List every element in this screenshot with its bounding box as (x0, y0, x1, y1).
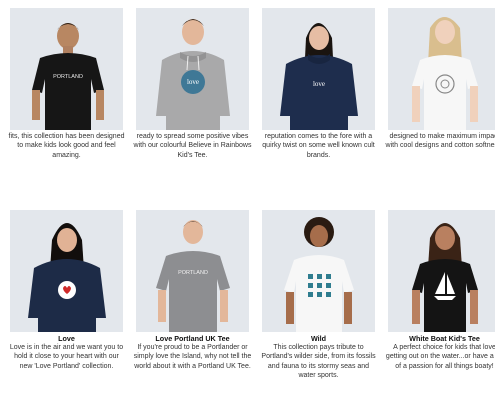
product-image[interactable] (262, 210, 375, 332)
product-caption: reputation comes to the fore with a quir… (262, 133, 375, 159)
product-image[interactable]: PORTLAND (10, 8, 123, 130)
product-image[interactable] (388, 8, 495, 130)
model-photo (28, 223, 106, 332)
product-caption: If you're proud to be a Portlander or si… (133, 344, 252, 370)
product-caption: Love is in the air and we want you to ho… (9, 344, 124, 370)
product-caption: A perfect choice for kids that love gett… (385, 344, 495, 370)
hoodie-print-text: love (187, 78, 199, 86)
product-caption: fits, this collection has been designed … (8, 133, 125, 159)
model-photo: PORTLAND (32, 23, 104, 130)
product-image[interactable]: PORTLAND (136, 210, 249, 332)
product-image[interactable] (10, 210, 123, 332)
model-photo (412, 17, 478, 130)
hoodie-print-text: love (313, 80, 325, 88)
model-photo: love (156, 19, 230, 130)
product-caption: This collection pays tribute to Portland… (261, 344, 376, 379)
model-photo (284, 217, 354, 332)
product-caption: designed to make maximum impact with coo… (385, 133, 495, 150)
product-title[interactable]: Love (7, 334, 126, 343)
product-title[interactable]: Love Portland UK Tee (133, 334, 252, 343)
model-photo (412, 223, 478, 332)
tee-print-text: PORTLAND (178, 270, 208, 276)
product-image[interactable]: love (262, 8, 375, 130)
product-title[interactable]: Wild (259, 334, 378, 343)
tee-print-text: PORTLAND (53, 74, 83, 80)
product-image[interactable]: love (136, 8, 249, 130)
model-photo: love (280, 23, 358, 130)
model-photo: PORTLAND (156, 220, 230, 332)
product-image[interactable] (388, 210, 495, 332)
product-caption: ready to spread some positive vibes with… (133, 133, 252, 159)
product-title[interactable]: White Boat Kid's Tee (385, 334, 495, 343)
